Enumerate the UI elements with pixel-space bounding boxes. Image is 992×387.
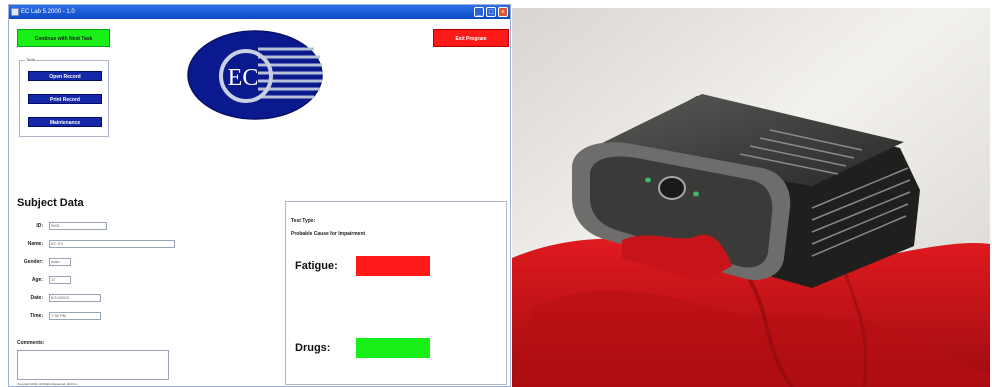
drugs-indicator <box>356 338 430 358</box>
id-field[interactable]: 0001 <box>49 222 107 230</box>
date-label: Date: <box>30 295 43 301</box>
fatigue-label: Fatigue: <box>295 260 338 272</box>
ec-logo: EC <box>187 30 323 120</box>
time-field[interactable]: 7:35 PM <box>49 312 101 320</box>
maximize-button[interactable]: □ <box>486 7 496 17</box>
print-record-button[interactable]: Print Record <box>28 94 102 104</box>
title-bar[interactable]: EC Lab 5.2000 - 1.0 _ □ × <box>9 5 510 19</box>
name-field[interactable]: EC EX <box>49 240 175 248</box>
test-type-label: Test Type: <box>291 218 316 224</box>
app-window: EC Lab 5.2000 - 1.0 _ □ × Continue with … <box>8 4 511 387</box>
window-title: EC Lab 5.2000 - 1.0 <box>21 9 75 15</box>
tools-group: Tools Open Record Print Record Maintenan… <box>19 57 109 137</box>
device-photo <box>512 8 990 387</box>
results-panel: Test Type: Probable Cause for Impairment… <box>285 201 507 385</box>
gender-label: Gender: <box>23 259 43 265</box>
gender-field[interactable]: male <box>49 258 71 266</box>
maintenance-button[interactable]: Maintenance <box>28 117 102 127</box>
date-field[interactable]: 6/14/2003 <box>49 294 101 302</box>
probable-cause-label: Probable Cause for Impairment <box>291 231 366 237</box>
minimize-button[interactable]: _ <box>474 7 484 17</box>
subject-data-title: Subject Data <box>17 197 84 209</box>
fatigue-indicator <box>356 256 430 276</box>
drugs-label: Drugs: <box>295 342 331 354</box>
app-icon <box>11 8 19 16</box>
window-controls: _ □ × <box>474 7 508 17</box>
exit-program-button[interactable]: Exit Program <box>433 29 509 47</box>
age-label: Age: <box>31 277 43 283</box>
comments-label: Comments: <box>17 340 45 346</box>
logo-text: EC <box>228 65 259 91</box>
continue-next-task-button[interactable]: Continue with Next Task <box>17 29 110 47</box>
age-field[interactable]: 37 <box>49 276 71 284</box>
time-label: Time: <box>29 313 43 319</box>
close-button[interactable]: × <box>498 7 508 17</box>
copyright-text: Copyright 2003, All Rights Reserved, EC3… <box>17 382 79 386</box>
id-label: ID: <box>36 223 43 229</box>
open-record-button[interactable]: Open Record <box>28 71 102 81</box>
name-label: Name: <box>27 241 43 247</box>
comments-field[interactable] <box>17 350 169 380</box>
tools-legend: Tools <box>25 57 37 62</box>
